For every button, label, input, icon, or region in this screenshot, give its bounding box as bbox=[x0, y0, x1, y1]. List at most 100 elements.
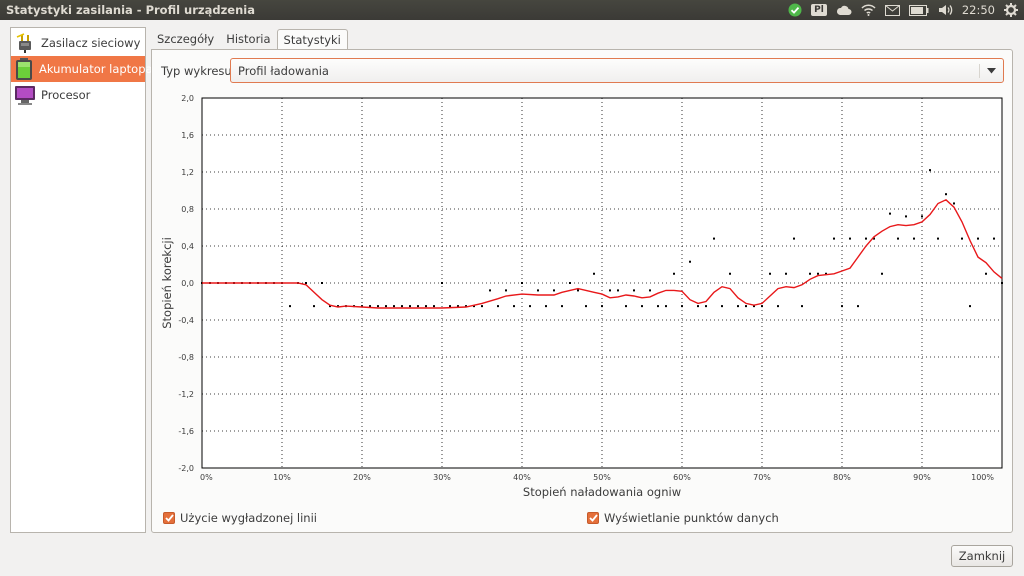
graph-type-value: Profil ładowania bbox=[238, 63, 329, 78]
data-point bbox=[889, 212, 891, 215]
data-point bbox=[377, 305, 379, 308]
data-point bbox=[545, 305, 547, 308]
tab-bar: Szczegóły Historia Statystyki bbox=[151, 29, 348, 50]
data-point bbox=[721, 305, 723, 308]
x-tick-label: 70% bbox=[753, 473, 771, 482]
data-point bbox=[521, 282, 523, 284]
data-point bbox=[441, 282, 443, 284]
y-tick-label: -0,8 bbox=[178, 353, 194, 362]
smoothed-line-checkbox[interactable]: Użycie wygładzonej linii bbox=[163, 511, 317, 525]
data-point bbox=[593, 272, 595, 275]
data-point bbox=[953, 202, 955, 205]
data-point bbox=[673, 272, 675, 275]
data-point bbox=[641, 305, 643, 308]
data-point bbox=[425, 305, 427, 308]
sidebar-item-label: Zasilacz sieciowy bbox=[41, 36, 141, 50]
data-point bbox=[393, 305, 395, 308]
x-tick-label: 80% bbox=[833, 473, 851, 482]
data-point bbox=[761, 305, 763, 308]
data-point bbox=[937, 237, 939, 240]
wifi-icon[interactable] bbox=[861, 4, 876, 16]
data-point bbox=[705, 305, 707, 308]
data-point bbox=[489, 289, 491, 292]
checkbox-label: Użycie wygładzonej linii bbox=[180, 511, 317, 525]
data-point bbox=[881, 272, 883, 275]
data-point bbox=[505, 289, 507, 292]
y-axis-label: Stopień korekcji bbox=[160, 237, 174, 329]
data-point bbox=[985, 272, 987, 275]
data-point bbox=[785, 272, 787, 275]
data-point bbox=[681, 305, 683, 308]
x-tick-label: 90% bbox=[913, 473, 931, 482]
data-point bbox=[769, 272, 771, 275]
data-point bbox=[481, 305, 483, 308]
sidebar-item-ac-adapter[interactable]: Zasilacz sieciowy bbox=[11, 30, 145, 56]
clock[interactable]: 22:50 bbox=[962, 3, 995, 17]
data-point bbox=[585, 305, 587, 308]
data-point bbox=[529, 305, 531, 308]
battery-icon[interactable] bbox=[908, 4, 929, 16]
tab-details[interactable]: Szczegóły bbox=[151, 29, 220, 49]
x-axis-label: Stopień naładowania ogniw bbox=[523, 485, 681, 499]
y-tick-label: -0,4 bbox=[178, 316, 194, 325]
sidebar-item-label: Akumulator laptopa bbox=[39, 62, 153, 76]
y-tick-label: 1,2 bbox=[181, 168, 194, 177]
y-tick-label: -1,6 bbox=[178, 427, 194, 436]
tab-history[interactable]: Historia bbox=[220, 29, 276, 49]
data-point bbox=[737, 305, 739, 308]
cloud-icon[interactable] bbox=[836, 4, 852, 16]
x-tick-label: 30% bbox=[433, 473, 451, 482]
data-point bbox=[729, 272, 731, 275]
data-point bbox=[977, 237, 979, 240]
tab-statistics[interactable]: Statystyki bbox=[276, 29, 348, 50]
data-points-checkbox[interactable]: Wyświetlanie punktów danych bbox=[587, 511, 779, 525]
battery-icon bbox=[13, 57, 35, 81]
data-point bbox=[745, 305, 747, 308]
data-point bbox=[401, 305, 403, 308]
data-point bbox=[305, 282, 307, 284]
data-point bbox=[849, 237, 851, 240]
data-point bbox=[809, 272, 811, 275]
data-point bbox=[833, 237, 835, 240]
graph-type-select[interactable]: Profil ładowania bbox=[230, 58, 1004, 83]
data-point bbox=[777, 305, 779, 308]
chevron-down-icon bbox=[979, 64, 998, 78]
sidebar-item-laptop-battery[interactable]: Akumulator laptopa bbox=[11, 56, 153, 82]
mail-icon[interactable] bbox=[884, 4, 900, 16]
data-point bbox=[537, 289, 539, 292]
data-point bbox=[969, 305, 971, 308]
data-point bbox=[569, 282, 571, 284]
checkbox-label: Wyświetlanie punktów danych bbox=[604, 511, 779, 525]
data-point bbox=[609, 289, 611, 292]
y-tick-label: 0,0 bbox=[181, 279, 194, 288]
keyboard-layout-label: Pl bbox=[811, 4, 827, 16]
data-point bbox=[577, 289, 579, 292]
data-point bbox=[497, 305, 499, 308]
data-point bbox=[697, 305, 699, 308]
data-point bbox=[313, 305, 315, 308]
update-check-icon[interactable] bbox=[788, 3, 802, 17]
top-panel: Statystyki zasilania - Profil urządzenia… bbox=[0, 0, 1024, 20]
power-gear-icon[interactable] bbox=[1004, 3, 1018, 17]
data-point bbox=[633, 289, 635, 292]
y-tick-label: 2,0 bbox=[181, 94, 194, 103]
volume-icon[interactable] bbox=[938, 4, 953, 16]
close-button[interactable]: Zamknij bbox=[951, 545, 1013, 567]
x-tick-label: 0% bbox=[200, 473, 213, 482]
data-point bbox=[657, 305, 659, 308]
ac-adapter-icon bbox=[13, 31, 37, 55]
checkbox-check-icon bbox=[163, 512, 175, 524]
data-point bbox=[993, 237, 995, 240]
data-point bbox=[513, 305, 515, 308]
data-point bbox=[409, 305, 411, 308]
data-point bbox=[561, 305, 563, 308]
y-tick-label: -2,0 bbox=[178, 464, 194, 473]
data-point bbox=[1001, 282, 1003, 284]
sidebar-item-processor[interactable]: Procesor bbox=[11, 82, 145, 108]
data-point bbox=[865, 237, 867, 240]
data-point bbox=[713, 237, 715, 240]
x-tick-label: 40% bbox=[513, 473, 531, 482]
keyboard-layout-icon[interactable]: Pl bbox=[811, 4, 827, 16]
x-tick-label: 100% bbox=[971, 473, 994, 482]
data-point bbox=[385, 305, 387, 308]
